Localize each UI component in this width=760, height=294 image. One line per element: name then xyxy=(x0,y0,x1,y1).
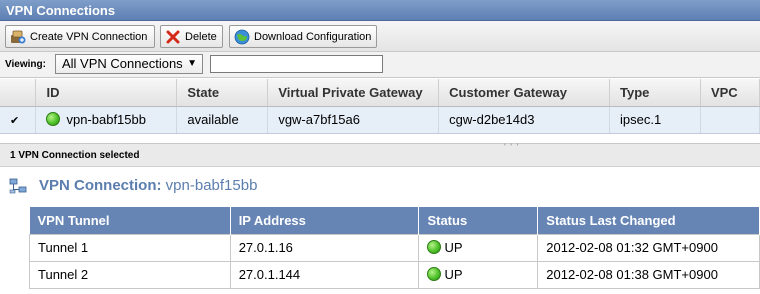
cell-id: vpn-babf15bb xyxy=(35,106,178,134)
column-header-select[interactable] xyxy=(0,79,37,107)
tunnel-status: UP xyxy=(418,233,539,262)
grid-empty-area xyxy=(0,135,760,144)
delete-label: Delete xyxy=(185,30,217,43)
status-green-icon xyxy=(46,112,61,126)
search-input[interactable] xyxy=(210,55,383,73)
download-configuration-label: Download Configuration xyxy=(254,30,372,43)
selection-status: 1 VPN Connection selected xyxy=(10,150,140,161)
column-header-type[interactable]: Type xyxy=(609,79,701,107)
column-header-id[interactable]: ID xyxy=(35,79,178,107)
row-checkbox[interactable]: ✔ xyxy=(10,116,21,127)
column-header-status-last-changed: Status Last Changed xyxy=(537,207,760,234)
tunnel-status-text: UP xyxy=(444,240,463,255)
detail-title-prefix: VPN Connection: xyxy=(39,177,162,194)
detail-title-id: vpn-babf15bb xyxy=(165,177,258,194)
column-header-ip-address: IP Address xyxy=(230,207,420,234)
create-vpn-connection-button[interactable]: Create VPN Connection xyxy=(5,25,155,48)
pane-splitter[interactable]: ' ' ' 1 VPN Connection selected xyxy=(0,142,760,167)
create-vpn-icon xyxy=(11,30,26,43)
cell-vpc xyxy=(700,106,760,134)
toolbar: Create VPN Connection Delete Download Co… xyxy=(0,21,760,52)
network-icon xyxy=(9,178,27,194)
tunnels-header-row: VPN Tunnel IP Address Status Status Last… xyxy=(29,207,760,234)
create-vpn-connection-label: Create VPN Connection xyxy=(30,30,148,43)
download-icon xyxy=(234,29,250,44)
detail-title: VPN Connection: vpn-babf15bb xyxy=(39,177,257,194)
table-row: Tunnel 2 27.0.1.144 UP 2012-02-08 01:38 … xyxy=(29,260,760,289)
cell-customer-gateway: cgw-d2be14d3 xyxy=(438,106,611,134)
tunnel-ip: 27.0.1.16 xyxy=(229,233,420,262)
cell-state: available xyxy=(176,106,269,134)
window-title: VPN Connections xyxy=(6,3,116,18)
viewing-select[interactable]: All VPN Connections ▼ xyxy=(55,54,203,74)
tunnel-ip: 27.0.1.144 xyxy=(229,260,420,289)
row-checkbox-cell[interactable]: ✔ xyxy=(0,106,37,134)
filter-bar: Viewing: All VPN Connections ▼ xyxy=(0,52,760,78)
tunnel-status: UP xyxy=(418,260,539,289)
vpn-id: vpn-babf15bb xyxy=(66,112,146,127)
status-green-icon xyxy=(427,240,442,254)
viewing-select-value: All VPN Connections xyxy=(62,56,183,71)
dropdown-arrow-icon: ▼ xyxy=(187,58,197,69)
status-green-icon xyxy=(427,267,442,281)
column-header-vpn-tunnel: VPN Tunnel xyxy=(29,207,231,234)
download-configuration-button[interactable]: Download Configuration xyxy=(229,25,377,48)
column-header-status: Status xyxy=(418,207,539,234)
viewing-label: Viewing: xyxy=(5,59,46,70)
window-titlebar: VPN Connections xyxy=(0,0,760,21)
cell-virtual-private-gateway: vgw-a7bf15a6 xyxy=(267,106,440,134)
column-header-virtual-private-gateway[interactable]: Virtual Private Gateway xyxy=(267,79,440,107)
delete-button[interactable]: Delete xyxy=(160,25,223,48)
tunnel-status-last-changed: 2012-02-08 01:38 GMT+0900 xyxy=(537,260,760,289)
column-header-customer-gateway[interactable]: Customer Gateway xyxy=(438,79,611,107)
table-header-row: ID State Virtual Private Gateway Custome… xyxy=(0,79,760,107)
vpn-tunnels-table: VPN Tunnel IP Address Status Status Last… xyxy=(29,207,760,289)
splitter-grip[interactable]: ' ' ' xyxy=(504,142,519,152)
vpn-connections-table: ID State Virtual Private Gateway Custome… xyxy=(0,79,760,134)
table-row: Tunnel 1 27.0.1.16 UP 2012-02-08 01:32 G… xyxy=(29,233,760,262)
column-header-vpc[interactable]: VPC xyxy=(700,79,760,107)
tunnel-name: Tunnel 1 xyxy=(29,233,231,262)
tunnel-name: Tunnel 2 xyxy=(29,260,231,289)
column-header-state[interactable]: State xyxy=(176,79,269,107)
delete-icon xyxy=(166,30,180,43)
cell-type: ipsec.1 xyxy=(609,106,701,134)
tunnel-status-last-changed: 2012-02-08 01:32 GMT+0900 xyxy=(537,233,760,262)
tunnel-status-text: UP xyxy=(444,267,463,282)
table-row[interactable]: ✔ vpn-babf15bb available vgw-a7bf15a6 cg… xyxy=(0,106,760,134)
